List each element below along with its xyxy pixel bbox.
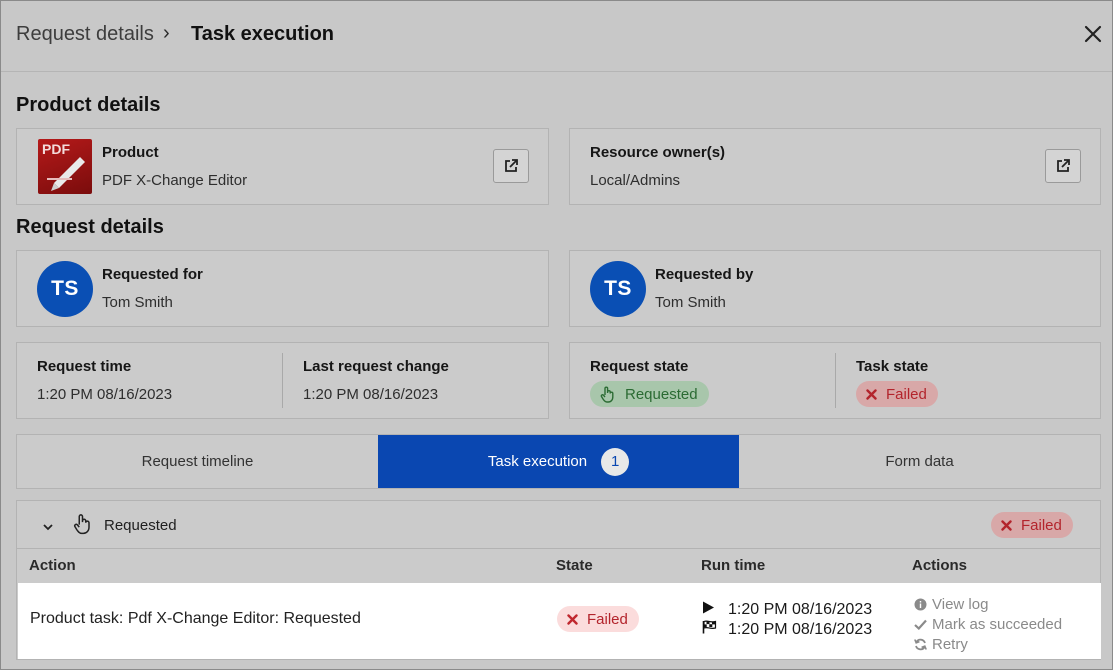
x-icon bbox=[1001, 519, 1012, 531]
tab-request-timeline[interactable]: Request timeline bbox=[17, 435, 378, 488]
request-time-label: Request time bbox=[37, 358, 132, 375]
chevron-down-icon[interactable] bbox=[42, 519, 54, 537]
product-label: Product bbox=[102, 144, 159, 161]
owner-label: Resource owner(s) bbox=[590, 144, 726, 161]
retry-label: Retry bbox=[932, 636, 968, 653]
product-logo: PDF bbox=[38, 139, 92, 194]
info-icon bbox=[913, 598, 927, 611]
hand-pointer-icon bbox=[600, 386, 616, 403]
flag-checkered-icon bbox=[702, 620, 718, 639]
tab-label: Form data bbox=[885, 453, 954, 470]
retry-link[interactable]: Retry bbox=[913, 636, 968, 653]
column-header-run-time[interactable]: Run time bbox=[701, 557, 765, 574]
requested-for-value: Tom Smith bbox=[102, 294, 173, 311]
product-details-title: Product details bbox=[16, 94, 161, 116]
column-header-action[interactable]: Action bbox=[29, 557, 76, 574]
row-state-badge: Failed bbox=[557, 606, 639, 632]
dialog-header: Request details › Task execution bbox=[1, 1, 1112, 72]
run-end-time: 1:20 PM 08/16/2023 bbox=[728, 620, 873, 638]
requested-by-card: TS Requested by Tom Smith bbox=[569, 250, 1101, 327]
table-row: Product task: Pdf X-Change Editor: Reque… bbox=[18, 583, 1101, 659]
column-header-actions: Actions bbox=[912, 557, 968, 574]
mark-succeeded-link[interactable]: Mark as succeeded bbox=[913, 616, 1062, 633]
group-status-value: Failed bbox=[1021, 516, 1062, 534]
open-product-button[interactable] bbox=[493, 149, 529, 183]
request-times-card: Request time 1:20 PM 08/16/2023 Last req… bbox=[16, 342, 549, 419]
play-icon bbox=[702, 601, 718, 619]
external-link-icon bbox=[1057, 159, 1070, 172]
divider bbox=[282, 353, 283, 408]
group-status-badge: Failed bbox=[991, 512, 1073, 538]
view-log-label: View log bbox=[932, 596, 989, 613]
request-state-label: Request state bbox=[590, 358, 689, 375]
requested-by-value: Tom Smith bbox=[655, 294, 726, 311]
request-details-title: Request details bbox=[16, 216, 164, 238]
tab-form-data[interactable]: Form data bbox=[739, 435, 1100, 488]
request-time-value: 1:20 PM 08/16/2023 bbox=[37, 386, 173, 403]
x-icon bbox=[866, 388, 877, 400]
task-state-badge: Failed bbox=[856, 381, 938, 407]
breadcrumb-parent[interactable]: Request details bbox=[16, 23, 154, 46]
pen-icon bbox=[47, 157, 85, 191]
product-value: PDF X-Change Editor bbox=[102, 172, 248, 189]
tab-task-execution[interactable]: Task execution 1 bbox=[378, 435, 739, 488]
run-start: 1:20 PM 08/16/2023 bbox=[702, 601, 872, 619]
owner-value: Local/Admins bbox=[590, 172, 681, 189]
dialog: Request details › Task execution Product… bbox=[0, 0, 1113, 670]
close-button[interactable] bbox=[1079, 20, 1107, 48]
breadcrumb-current: Task execution bbox=[191, 23, 335, 45]
row-state-value: Failed bbox=[587, 610, 628, 628]
check-icon bbox=[913, 619, 927, 630]
hand-pointer-icon bbox=[73, 513, 93, 540]
run-end: 1:20 PM 08/16/2023 bbox=[702, 620, 872, 639]
last-change-value: 1:20 PM 08/16/2023 bbox=[303, 386, 439, 403]
row-action: Product task: Pdf X-Change Editor: Reque… bbox=[30, 610, 361, 627]
states-card: Request state Requested Task state Faile… bbox=[569, 342, 1101, 419]
tab-label: Request timeline bbox=[141, 453, 254, 470]
request-state-badge: Requested bbox=[590, 381, 709, 407]
request-state-value: Requested bbox=[625, 385, 698, 403]
tab-bar: Request timeline Task execution 1 Form d… bbox=[16, 434, 1101, 489]
requested-for-label: Requested for bbox=[102, 266, 203, 283]
last-change-label: Last request change bbox=[303, 358, 449, 375]
requested-by-label: Requested by bbox=[655, 266, 754, 283]
breadcrumb-separator: › bbox=[163, 22, 170, 44]
task-state-label: Task state bbox=[856, 358, 929, 375]
avatar: TS bbox=[37, 261, 93, 317]
open-owner-button[interactable] bbox=[1045, 149, 1081, 183]
column-header-state[interactable]: State bbox=[556, 557, 593, 574]
x-icon bbox=[567, 613, 578, 625]
requested-for-card: TS Requested for Tom Smith bbox=[16, 250, 549, 327]
execution-group: Requested Failed Action State Run time A… bbox=[16, 500, 1101, 660]
view-log-link[interactable]: View log bbox=[913, 596, 988, 613]
external-link-icon bbox=[505, 159, 518, 172]
owner-card: Resource owner(s) Local/Admins bbox=[569, 128, 1101, 205]
mark-succeeded-label: Mark as succeeded bbox=[932, 616, 1063, 633]
tab-count-badge: 1 bbox=[601, 447, 630, 476]
avatar: TS bbox=[590, 261, 646, 317]
run-start-time: 1:20 PM 08/16/2023 bbox=[728, 601, 873, 618]
tab-label: Task execution bbox=[487, 453, 588, 470]
refresh-icon bbox=[913, 638, 927, 651]
close-icon bbox=[1084, 25, 1102, 43]
task-state-value: Failed bbox=[886, 385, 927, 403]
execution-group-header[interactable]: Requested Failed bbox=[17, 501, 1100, 549]
divider bbox=[835, 353, 836, 408]
group-label: Requested bbox=[104, 517, 177, 534]
product-card: PDF Product PDF X-Change Editor bbox=[16, 128, 549, 205]
